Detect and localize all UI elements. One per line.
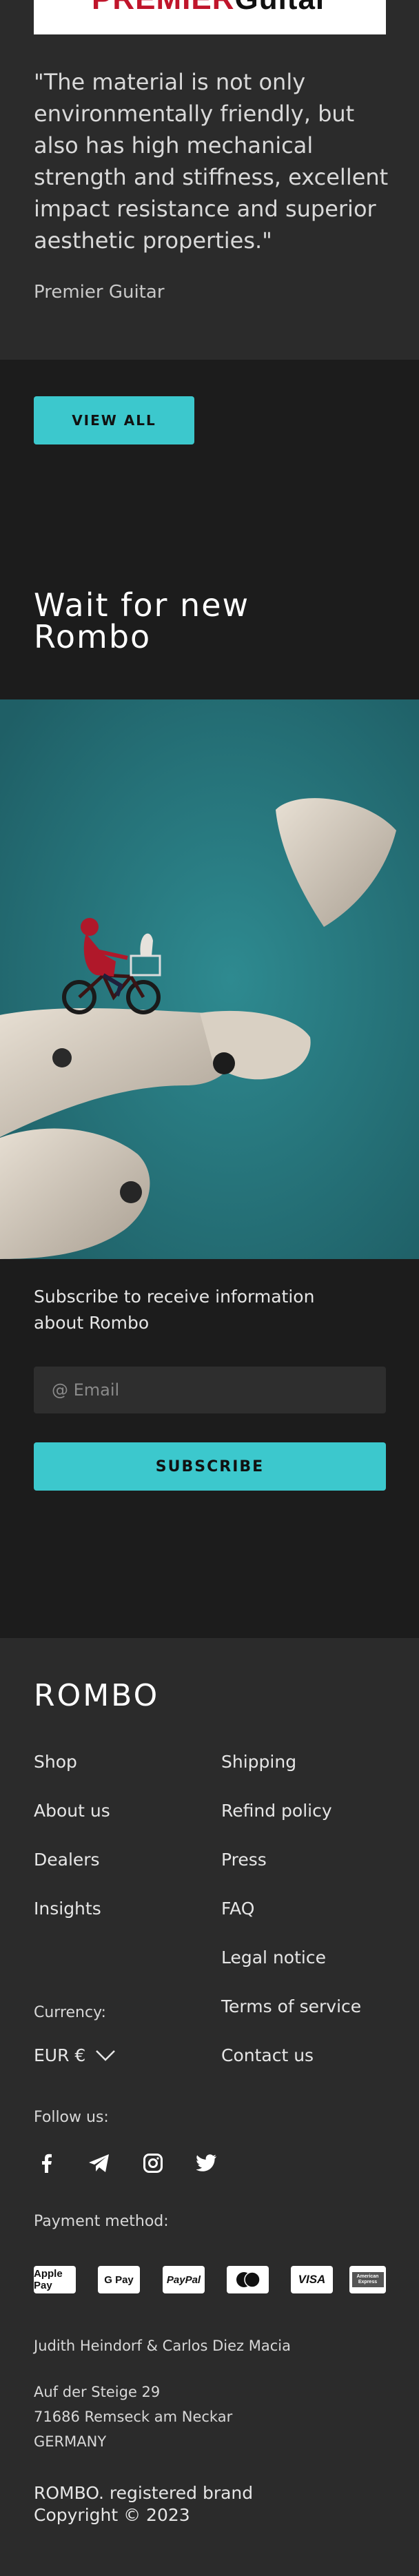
follow-label: Follow us:	[34, 2109, 109, 2126]
address-line-street: Auf der Steige 29	[34, 2384, 161, 2400]
subscribe-section: Subscribe to receive information about R…	[0, 1259, 419, 1638]
footer-link-contact-us[interactable]: Contact us	[221, 2045, 314, 2065]
review-quote: "The material is not only environmentall…	[34, 69, 389, 254]
wait-title: Wait for new Rombo	[34, 589, 249, 653]
email-field[interactable]	[34, 1380, 370, 1400]
logo-part-premier: PREMIER	[92, 0, 234, 16]
review-author: Premier Guitar	[34, 282, 165, 303]
telegram-icon[interactable]	[87, 2151, 112, 2176]
footer-link-press[interactable]: Press	[221, 1850, 267, 1870]
footer-link-shop[interactable]: Shop	[34, 1752, 77, 1772]
instagram-icon[interactable]	[141, 2151, 165, 2176]
american-express-icon: American Express	[349, 2266, 386, 2293]
mastercard-icon	[227, 2266, 269, 2293]
footer-legal: ROMBO. registered brand Copyright © 2023	[34, 2482, 253, 2526]
footer-address: Auf der Steige 29 71686 Remseck am Necka…	[34, 2380, 232, 2454]
footer-brand-logo: ROMBO	[34, 1678, 160, 1713]
hero-photo	[0, 699, 419, 1259]
google-pay-icon: G Pay	[98, 2266, 140, 2293]
apple-pay-icon: Apple Pay	[34, 2266, 76, 2293]
footer: ROMBO Shop About us Dealers Insights Shi…	[0, 1638, 419, 2576]
footer-link-insights[interactable]: Insights	[34, 1899, 101, 1919]
review-section: PREMIERGuitar "The material is not only …	[0, 0, 419, 360]
email-field-wrapper	[34, 1367, 386, 1413]
wait-title-line2: Rombo	[34, 618, 152, 655]
footer-link-dealers[interactable]: Dealers	[34, 1850, 100, 1870]
toy-bicycle-on-guitar-picks-image	[0, 699, 419, 1259]
subscribe-text: Subscribe to receive information about R…	[34, 1287, 315, 1333]
view-all-section: VIEW ALL Wait for new Rombo	[0, 360, 419, 704]
chevron-down-icon	[96, 2049, 116, 2061]
currency-label: Currency:	[34, 2004, 106, 2021]
premier-guitar-logo: PREMIERGuitar	[34, 0, 386, 34]
subscribe-button[interactable]: SUBSCRIBE	[34, 1442, 386, 1491]
address-line-country: GERMANY	[34, 2433, 107, 2450]
facebook-icon[interactable]	[34, 2151, 59, 2176]
footer-link-faq[interactable]: FAQ	[221, 1899, 254, 1919]
twitter-icon[interactable]	[194, 2151, 219, 2176]
logo-part-guitar: Guitar	[234, 0, 328, 16]
currency-value: EUR €	[34, 2045, 86, 2065]
footer-link-about-us[interactable]: About us	[34, 1801, 110, 1821]
visa-icon: VISA	[291, 2266, 333, 2293]
footer-link-terms-of-service[interactable]: Terms of service	[221, 1996, 361, 2016]
view-all-button[interactable]: VIEW ALL	[34, 396, 194, 444]
address-line-city: 71686 Remseck am Neckar	[34, 2409, 233, 2425]
copyright: Copyright © 2023	[34, 2505, 190, 2525]
footer-link-legal-notice[interactable]: Legal notice	[221, 1948, 326, 1967]
footer-owners: Judith Heindorf & Carlos Diez Macia	[34, 2338, 291, 2354]
paypal-icon: PayPal	[163, 2266, 205, 2293]
footer-link-shipping[interactable]: Shipping	[221, 1752, 296, 1772]
amex-label: American Express	[351, 2272, 384, 2287]
footer-link-refund-policy[interactable]: Refind policy	[221, 1801, 332, 1821]
registered-brand: ROMBO. registered brand	[34, 2483, 254, 2503]
payment-label: Payment method:	[34, 2213, 169, 2230]
currency-selector[interactable]: EUR €	[34, 2045, 116, 2065]
